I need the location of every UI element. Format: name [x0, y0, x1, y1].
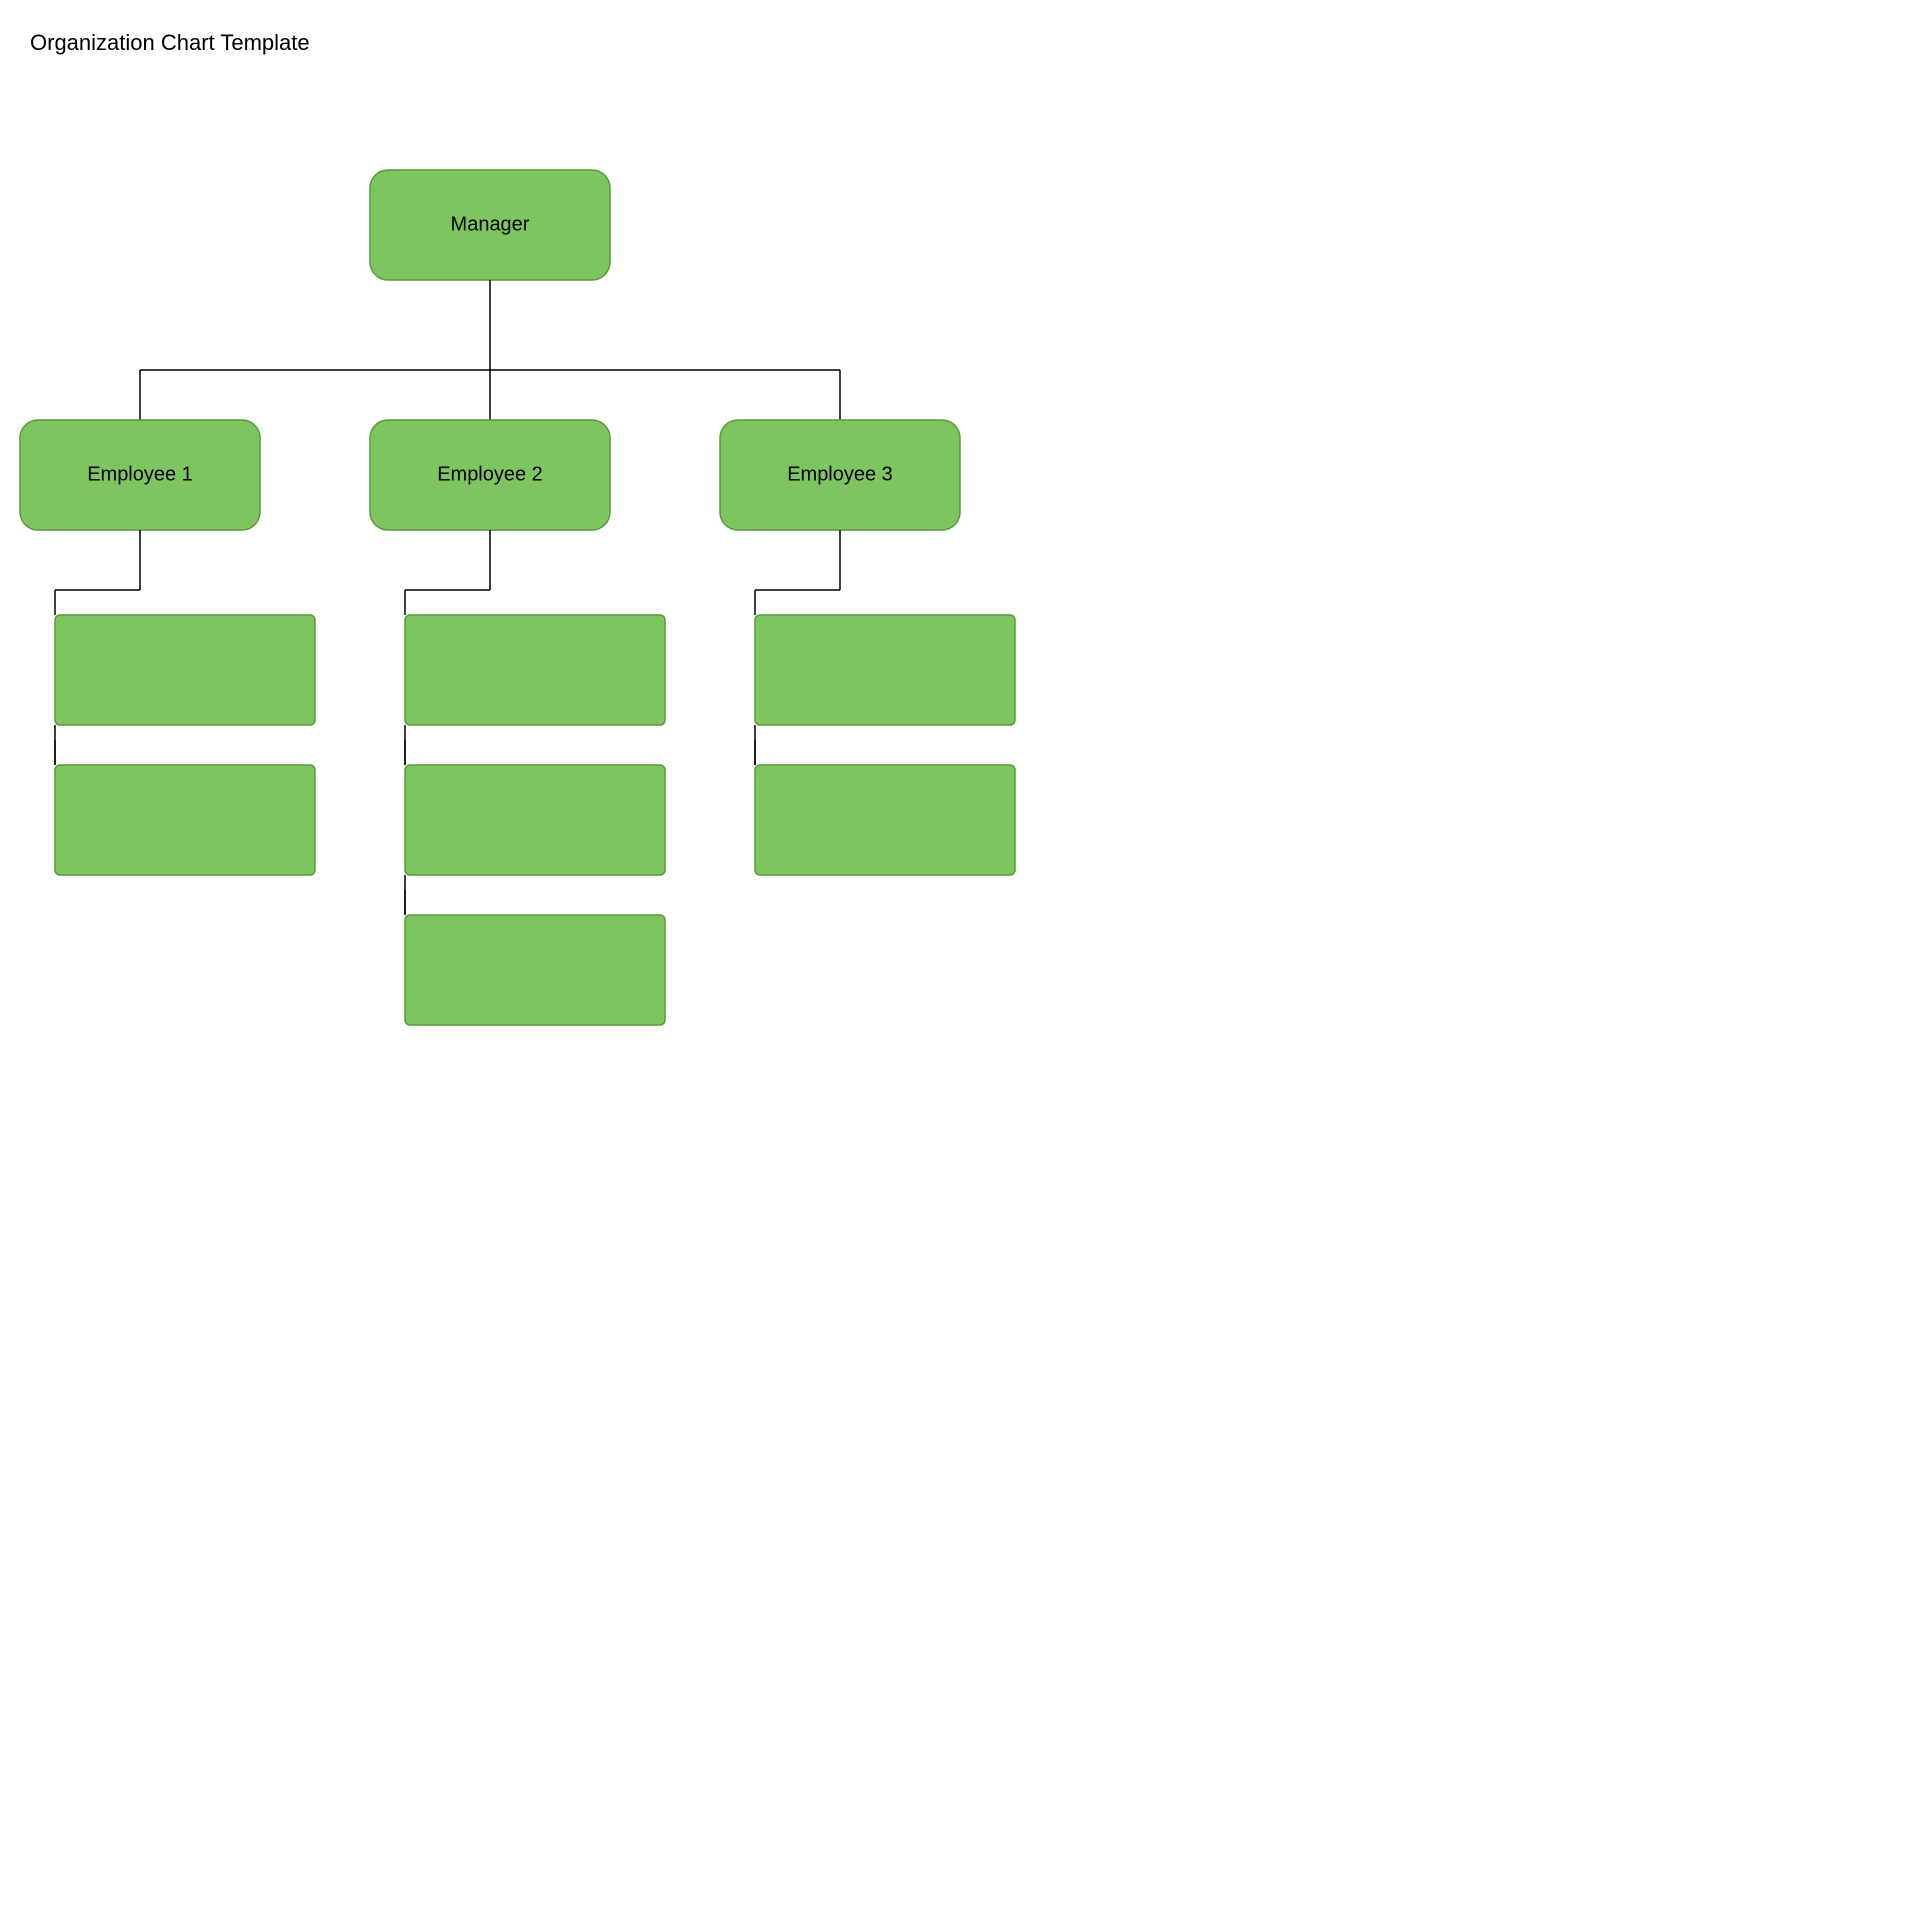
emp2-child3-node — [405, 915, 665, 1025]
page-title: Organization Chart Template — [30, 30, 310, 56]
emp1-child1-node — [55, 615, 315, 725]
manager-label: Manager — [451, 213, 530, 235]
employee2-label: Employee 2 — [437, 463, 543, 485]
employee1-label: Employee 1 — [87, 463, 193, 485]
emp2-child1-node — [405, 615, 665, 725]
emp3-child1-node — [755, 615, 1015, 725]
emp1-child2-node — [55, 765, 315, 875]
org-chart: Manager Employee 1 Employee 2 Employee 3 — [0, 80, 1080, 1080]
employee3-label: Employee 3 — [787, 463, 893, 485]
emp3-child2-node — [755, 765, 1015, 875]
emp2-child2-node — [405, 765, 665, 875]
